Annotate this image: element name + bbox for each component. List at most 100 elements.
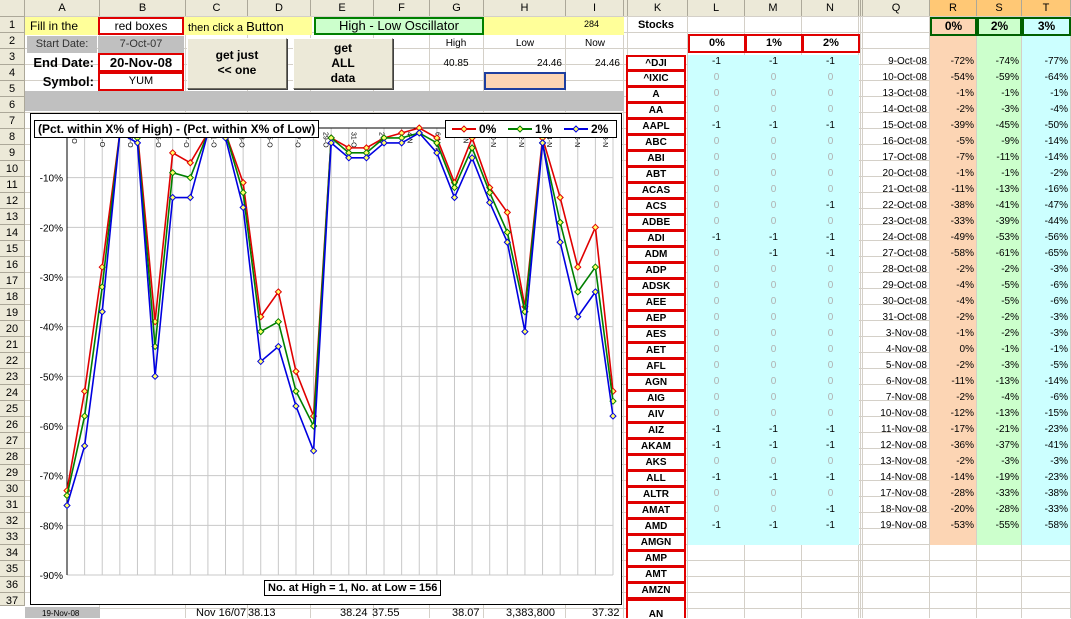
- stock-symbol[interactable]: AGN: [626, 375, 686, 391]
- row-header-30[interactable]: 30: [0, 481, 25, 497]
- stock-symbol[interactable]: A: [626, 87, 686, 103]
- row-header-3[interactable]: 3: [0, 49, 25, 65]
- stock-symbol[interactable]: AIG: [626, 391, 686, 407]
- stock-symbol[interactable]: ^IXIC: [626, 71, 686, 87]
- row-header-11[interactable]: 11: [0, 177, 25, 193]
- start-date-value[interactable]: 7-Oct-07: [98, 36, 184, 53]
- col-header-M[interactable]: M: [745, 0, 802, 17]
- stock-symbol[interactable]: AA: [626, 103, 686, 119]
- stock-symbol[interactable]: ADP: [626, 263, 686, 279]
- stock-symbol[interactable]: ABT: [626, 167, 686, 183]
- col-header-H[interactable]: H: [484, 0, 566, 17]
- stock-symbol[interactable]: ^DJI: [626, 55, 686, 71]
- corner[interactable]: [0, 0, 25, 17]
- row-header-10[interactable]: 10: [0, 161, 25, 177]
- symbol-input[interactable]: YUM: [98, 72, 184, 91]
- row-header-33[interactable]: 33: [0, 529, 25, 545]
- col-header-B[interactable]: B: [100, 0, 186, 17]
- row-header-20[interactable]: 20: [0, 321, 25, 337]
- row-header-9[interactable]: 9: [0, 145, 25, 161]
- stock-symbol[interactable]: AMD: [626, 519, 686, 535]
- col-header-C[interactable]: C: [186, 0, 248, 17]
- col-header-L[interactable]: L: [688, 0, 745, 17]
- row-header-6[interactable]: 6: [0, 97, 25, 113]
- stock-symbol[interactable]: AKAM: [626, 439, 686, 455]
- stock-symbol[interactable]: AEP: [626, 311, 686, 327]
- row-header-17[interactable]: 17: [0, 273, 25, 289]
- row-header-23[interactable]: 23: [0, 369, 25, 385]
- col-header-F[interactable]: F: [374, 0, 430, 17]
- row-header-15[interactable]: 15: [0, 241, 25, 257]
- get-one-button[interactable]: get just << one: [187, 38, 287, 89]
- threshold-header-2[interactable]: 2%: [802, 34, 860, 53]
- row-header-34[interactable]: 34: [0, 545, 25, 561]
- stock-symbol[interactable]: AMZN: [626, 583, 686, 599]
- stock-symbol[interactable]: AES: [626, 327, 686, 343]
- stock-symbol[interactable]: ABC: [626, 135, 686, 151]
- stock-symbol[interactable]: ADI: [626, 231, 686, 247]
- row-header-37[interactable]: 37: [0, 593, 25, 607]
- stock-symbol[interactable]: AIV: [626, 407, 686, 423]
- col-header-N[interactable]: N: [802, 0, 859, 17]
- row-header-5[interactable]: 5: [0, 81, 25, 97]
- col-header-I[interactable]: I: [566, 0, 624, 17]
- pct-header-0[interactable]: 0%: [930, 17, 977, 36]
- stock-symbol[interactable]: AEE: [626, 295, 686, 311]
- row-header-16[interactable]: 16: [0, 257, 25, 273]
- row-header-22[interactable]: 22: [0, 353, 25, 369]
- stock-symbol[interactable]: AIZ: [626, 423, 686, 439]
- col-header-K[interactable]: K: [628, 0, 688, 17]
- stock-symbol[interactable]: AMAT: [626, 503, 686, 519]
- col-header-R[interactable]: R: [930, 0, 977, 17]
- threshold-header-0[interactable]: 0%: [688, 34, 746, 53]
- row-header-18[interactable]: 18: [0, 289, 25, 305]
- chart[interactable]: -10%-20%-30%-40%-50%-60%-70%-80%-90%9-O1…: [30, 113, 622, 605]
- get-all-button[interactable]: get ALL data: [293, 38, 393, 89]
- row-header-4[interactable]: 4: [0, 65, 25, 81]
- stock-symbol[interactable]: AMT: [626, 567, 686, 583]
- stock-symbol[interactable]: ACS: [626, 199, 686, 215]
- row-header-36[interactable]: 36: [0, 577, 25, 593]
- row-header-1[interactable]: 1: [0, 17, 25, 33]
- row-header-31[interactable]: 31: [0, 497, 25, 513]
- col-header-G[interactable]: G: [430, 0, 484, 17]
- stock-symbol[interactable]: AAPL: [626, 119, 686, 135]
- stock-symbol[interactable]: AKS: [626, 455, 686, 471]
- stock-symbol[interactable]: AFL: [626, 359, 686, 375]
- col-header-E[interactable]: E: [311, 0, 374, 17]
- stock-symbol[interactable]: ADSK: [626, 279, 686, 295]
- row-header-8[interactable]: 8: [0, 129, 25, 145]
- col-header-A[interactable]: A: [25, 0, 100, 17]
- stock-symbol[interactable]: AMGN: [626, 535, 686, 551]
- col-header-S[interactable]: S: [977, 0, 1022, 17]
- col-header-T[interactable]: T: [1022, 0, 1071, 17]
- pct-header-1[interactable]: 2%: [977, 17, 1022, 36]
- col-header-Q[interactable]: Q: [863, 0, 930, 17]
- row-header-7[interactable]: 7: [0, 113, 25, 129]
- row-header-28[interactable]: 28: [0, 449, 25, 465]
- row-header-13[interactable]: 13: [0, 209, 25, 225]
- row-header-24[interactable]: 24: [0, 385, 25, 401]
- stock-symbol[interactable]: ALL: [626, 471, 686, 487]
- stock-symbol[interactable]: AMP: [626, 551, 686, 567]
- threshold-header-1[interactable]: 1%: [745, 34, 803, 53]
- stock-symbol[interactable]: ACAS: [626, 183, 686, 199]
- stock-symbol[interactable]: ABI: [626, 151, 686, 167]
- stock-symbol[interactable]: ADBE: [626, 215, 686, 231]
- row-header-26[interactable]: 26: [0, 417, 25, 433]
- col-header-D[interactable]: D: [248, 0, 311, 17]
- row-header-27[interactable]: 27: [0, 433, 25, 449]
- row-header-35[interactable]: 35: [0, 561, 25, 577]
- stock-symbol[interactable]: ADM: [626, 247, 686, 263]
- row-header-14[interactable]: 14: [0, 225, 25, 241]
- stock-symbol[interactable]: ALTR: [626, 487, 686, 503]
- row-header-2[interactable]: 2: [0, 33, 25, 49]
- pct-header-2[interactable]: 3%: [1022, 17, 1071, 36]
- row-header-32[interactable]: 32: [0, 513, 25, 529]
- row-header-25[interactable]: 25: [0, 401, 25, 417]
- row-header-21[interactable]: 21: [0, 337, 25, 353]
- row-header-29[interactable]: 29: [0, 465, 25, 481]
- row-header-19[interactable]: 19: [0, 305, 25, 321]
- end-date-input[interactable]: 20-Nov-08: [98, 53, 184, 72]
- stock-symbol[interactable]: AET: [626, 343, 686, 359]
